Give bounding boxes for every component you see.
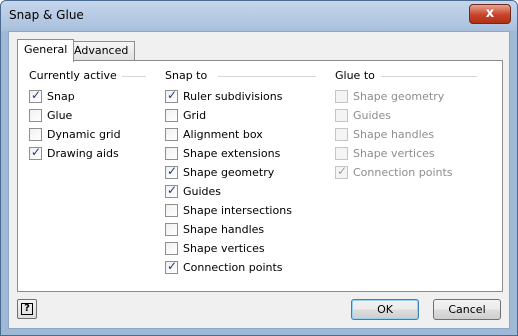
active-drawing-aids-label: Drawing aids (47, 146, 119, 160)
snap-shape-vertices-checkbox[interactable] (165, 241, 178, 255)
title-bar[interactable]: Snap & Glue x (1, 1, 517, 31)
snap-guides-option[interactable]: Guides (165, 183, 221, 199)
tab-general-label: General (24, 43, 68, 56)
close-button[interactable]: x (469, 4, 511, 24)
snap-shape-handles-option[interactable]: Shape handles (165, 221, 264, 237)
snap-alignment-box-option[interactable]: Alignment box (165, 126, 263, 142)
currently-active-heading: Currently active (29, 69, 117, 82)
active-dynamic-grid-option[interactable]: Dynamic grid (29, 126, 121, 142)
glue-shape-geometry-label: Shape geometry (353, 89, 445, 103)
snap-to-heading: Snap to (165, 69, 208, 82)
help-icon: ? (21, 303, 33, 315)
snap-shape-geometry-label: Shape geometry (183, 165, 275, 179)
snap-grid-checkbox[interactable] (165, 108, 178, 122)
glue-guides-label: Guides (353, 108, 392, 122)
snap-guides-label: Guides (183, 184, 222, 198)
active-snap-checkbox[interactable] (29, 88, 42, 103)
snap-connection-points-option[interactable]: Connection points (165, 259, 283, 275)
tab-advanced[interactable]: Advanced (67, 41, 136, 60)
tab-general[interactable]: General (17, 39, 75, 62)
cancel-button[interactable]: Cancel (433, 299, 501, 320)
glue-guides-checkbox (335, 108, 348, 122)
active-glue-option[interactable]: Glue (29, 107, 72, 123)
snap-connection-points-checkbox[interactable] (165, 259, 178, 274)
active-dynamic-grid-checkbox[interactable] (29, 127, 42, 141)
active-glue-checkbox[interactable] (29, 108, 42, 122)
snap-shape-intersections-checkbox[interactable] (165, 203, 178, 217)
group-divider (218, 76, 316, 77)
glue-to-heading: Glue to (335, 69, 375, 82)
group-divider (122, 76, 146, 77)
snap-shape-vertices-option[interactable]: Shape vertices (165, 240, 265, 256)
active-glue-label: Glue (47, 108, 73, 122)
snap-connection-points-label: Connection points (183, 260, 283, 274)
glue-connection-points-option: Connection points (335, 164, 453, 180)
dialog-body: General Advanced Currently active Snap Gl… (8, 31, 510, 329)
close-icon: x (485, 6, 495, 21)
snap-shape-intersections-option[interactable]: Shape intersections (165, 202, 292, 218)
snap-shape-extensions-option[interactable]: Shape extensions (165, 145, 280, 161)
glue-shape-handles-option: Shape handles (335, 126, 434, 142)
ok-button[interactable]: OK (351, 299, 419, 320)
snap-alignment-box-checkbox[interactable] (165, 127, 178, 141)
active-drawing-aids-checkbox[interactable] (29, 145, 42, 160)
glue-shape-vertices-option: Shape vertices (335, 145, 435, 161)
glue-shape-geometry-option: Shape geometry (335, 88, 444, 104)
help-button[interactable]: ? (17, 299, 37, 319)
glue-connection-points-label: Connection points (353, 165, 453, 179)
dialog-window: Snap & Glue x General Advanced Currently… (0, 0, 518, 336)
snap-shape-handles-checkbox[interactable] (165, 222, 178, 236)
active-drawing-aids-option[interactable]: Drawing aids (29, 145, 119, 161)
snap-shape-extensions-label: Shape extensions (183, 146, 281, 160)
glue-guides-option: Guides (335, 107, 391, 123)
snap-ruler-subdivisions-checkbox[interactable] (165, 88, 178, 103)
snap-ruler-subdivisions-option[interactable]: Ruler subdivisions (165, 88, 282, 104)
glue-shape-vertices-checkbox (335, 146, 348, 160)
general-panel: Currently active Snap Glue Dynamic grid Dra… (17, 60, 503, 292)
dialog-title: Snap & Glue (9, 8, 84, 22)
glue-connection-points-checkbox (335, 164, 348, 179)
snap-shape-vertices-label: Shape vertices (183, 241, 265, 255)
active-snap-option[interactable]: Snap (29, 88, 75, 104)
snap-shape-geometry-option[interactable]: Shape geometry (165, 164, 274, 180)
snap-ruler-subdivisions-label: Ruler subdivisions (183, 89, 283, 103)
group-divider (381, 76, 477, 77)
snap-grid-option[interactable]: Grid (165, 107, 206, 123)
active-dynamic-grid-label: Dynamic grid (47, 127, 121, 141)
snap-alignment-box-label: Alignment box (183, 127, 263, 141)
snap-shape-intersections-label: Shape intersections (183, 203, 292, 217)
tab-advanced-label: Advanced (74, 44, 129, 57)
snap-shape-handles-label: Shape handles (183, 222, 265, 236)
snap-shape-geometry-checkbox[interactable] (165, 164, 178, 179)
glue-shape-geometry-checkbox (335, 89, 348, 103)
snap-shape-extensions-checkbox[interactable] (165, 146, 178, 160)
glue-shape-handles-checkbox (335, 127, 348, 141)
active-snap-label: Snap (47, 89, 75, 103)
snap-grid-label: Grid (183, 108, 207, 122)
snap-guides-checkbox[interactable] (165, 183, 178, 198)
glue-shape-handles-label: Shape handles (353, 127, 435, 141)
glue-shape-vertices-label: Shape vertices (353, 146, 435, 160)
